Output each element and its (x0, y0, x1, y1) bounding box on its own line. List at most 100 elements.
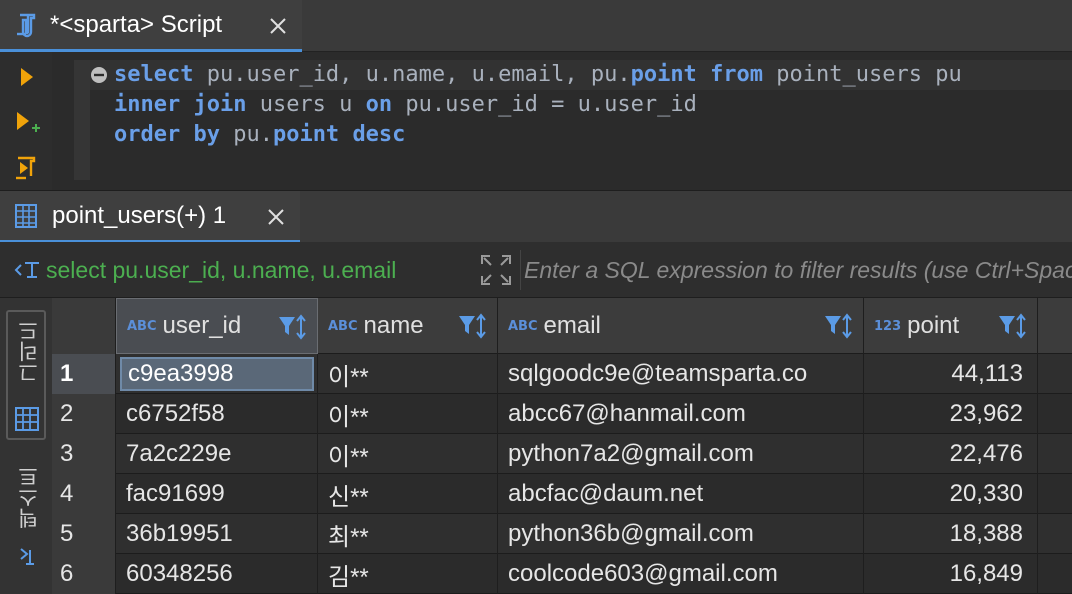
divider (520, 250, 521, 290)
empty-cell (1038, 514, 1072, 554)
sql-keyword: inner join (114, 92, 247, 117)
table-row[interactable]: 2 c6752f58 이** abcc67@hanmail.com 23,962 (52, 394, 1072, 434)
cell-name[interactable]: 김** (318, 554, 498, 594)
cell-point[interactable]: 18,388 (864, 514, 1038, 554)
sql-keyword: select (114, 62, 194, 87)
cell-name[interactable]: 신** (318, 474, 498, 514)
execute-script-icon[interactable] (12, 152, 42, 182)
table-row[interactable]: 1 c9ea3998 이** sqlgoodc9e@teamsparta.co 44,1… (52, 354, 1072, 394)
sql-keyword: point (272, 122, 340, 147)
selected-cell[interactable]: c9ea3998 (120, 357, 314, 391)
result-grid[interactable]: ABC user_id ABC name ABC email 123 point… (52, 298, 1072, 594)
sql-identifier (339, 122, 352, 147)
editor-tab-script[interactable]: *<sparta> Script (0, 0, 302, 52)
cell-point[interactable]: 44,113 (864, 354, 1038, 394)
text-view-icon (16, 546, 38, 568)
cell-email[interactable]: sqlgoodc9e@teamsparta.co (498, 354, 864, 394)
cell-user_id[interactable]: 36b19951 (116, 514, 318, 554)
cell-point[interactable]: 16,849 (864, 554, 1038, 594)
column-label: user_id (162, 312, 242, 339)
row-number[interactable]: 3 (52, 434, 116, 474)
table-row[interactable]: 6 60348256 김** coolcode603@gmail.com 16,849 (52, 554, 1072, 594)
row-number[interactable]: 5 (52, 514, 116, 554)
cell-email[interactable]: abcc67@hanmail.com (498, 394, 864, 434)
sql-script-icon (12, 11, 40, 39)
sql-keyword: order by (114, 122, 220, 147)
close-icon[interactable] (264, 12, 292, 40)
table-row[interactable]: 5 36b19951 최** python36b@gmail.com 18,388 (52, 514, 1072, 554)
empty-cell (1038, 474, 1072, 514)
table-grid-icon (14, 406, 40, 432)
cell-point[interactable]: 22,476 (864, 434, 1038, 474)
execute-in-new-tab-icon[interactable] (12, 108, 42, 138)
filter-sort-icon[interactable] (277, 313, 307, 341)
sql-editor[interactable]: select pu.user_id, u.name, u.email, pu.p… (0, 52, 1072, 190)
source-query[interactable]: select pu.user_id, u.name, u.email (10, 250, 470, 290)
filter-sort-icon[interactable] (997, 312, 1027, 340)
row-number[interactable]: 2 (52, 394, 116, 434)
execute-statement-icon[interactable] (12, 62, 42, 92)
expand-icon[interactable] (478, 252, 514, 288)
sql-identifier: pu.user_id = u.user_id (392, 92, 697, 117)
row-number-header[interactable] (52, 298, 116, 354)
empty-cell (1038, 394, 1072, 434)
table-row[interactable]: 4 fac91699 신** abcfac@daum.net 20,330 (52, 474, 1072, 514)
filter-input[interactable]: Enter a SQL expression to filter results… (522, 250, 1072, 290)
cell-email[interactable]: python36b@gmail.com (498, 514, 864, 554)
view-switcher: 그리드 텍스트 (0, 298, 52, 594)
filter-sort-icon[interactable] (823, 312, 853, 340)
string-type-icon: ABC (328, 318, 358, 334)
table-row[interactable]: 3 7a2c229e 이** python7a2@gmail.com 22,476 (52, 434, 1072, 474)
editor-tab-title: *<sparta> Script (50, 10, 223, 38)
cell-name[interactable]: 이** (318, 354, 498, 394)
results-tab[interactable]: point_users(+) 1 (0, 191, 300, 243)
cell-name[interactable]: 최** (318, 514, 498, 554)
results-tab-title: point_users(+) 1 (52, 201, 227, 229)
text-view-label: 텍스트 (17, 466, 41, 529)
sql-identifier: pu.user_id, u.name, u.email, pu. (193, 62, 631, 87)
cell-user_id[interactable]: c9ea3998 (116, 354, 318, 394)
column-label: point (907, 312, 960, 339)
code-line[interactable]: select pu.user_id, u.name, u.email, pu.p… (114, 60, 962, 90)
cell-name[interactable]: 이** (318, 394, 498, 434)
filter-sort-icon[interactable] (457, 312, 487, 340)
sql-keyword: from (710, 62, 764, 87)
cell-user_id[interactable]: 7a2c229e (116, 434, 318, 474)
cell-point[interactable]: 23,962 (864, 394, 1038, 434)
row-number[interactable]: 4 (52, 474, 116, 514)
close-icon[interactable] (262, 203, 290, 231)
cell-email[interactable]: coolcode603@gmail.com (498, 554, 864, 594)
results-tab-bar: point_users(+) 1 (0, 190, 1072, 243)
column-header-email[interactable]: ABC email (498, 298, 864, 354)
fold-column (74, 60, 90, 180)
table-grid-icon (14, 203, 40, 229)
string-type-icon: ABC (127, 318, 157, 334)
column-header-point[interactable]: 123 point (864, 298, 1038, 354)
sql-keyword: point (630, 62, 697, 87)
cell-user_id[interactable]: c6752f58 (116, 394, 318, 434)
source-query-text: select pu.user_id, u.name, u.email (46, 256, 397, 283)
empty-cell (1038, 434, 1072, 474)
empty-header (1038, 298, 1072, 354)
text-view-button[interactable]: 텍스트 (6, 458, 46, 588)
cell-name[interactable]: 이** (318, 434, 498, 474)
row-number[interactable]: 1 (52, 354, 116, 394)
row-number[interactable]: 6 (52, 554, 116, 594)
sql-keyword: desc (352, 122, 406, 147)
cell-point[interactable]: 20,330 (864, 474, 1038, 514)
cell-email[interactable]: python7a2@gmail.com (498, 434, 864, 474)
string-type-icon: ABC (508, 318, 538, 334)
sql-keyword: on (365, 92, 393, 117)
code-line[interactable]: order by pu.point desc (114, 120, 962, 150)
cell-email[interactable]: abcfac@daum.net (498, 474, 864, 514)
column-label: name (363, 312, 424, 339)
code-text[interactable]: select pu.user_id, u.name, u.email, pu.p… (114, 60, 962, 150)
cell-user_id[interactable]: fac91699 (116, 474, 318, 514)
fold-collapse-icon[interactable] (90, 66, 108, 84)
code-line[interactable]: inner join users u on pu.user_id = u.use… (114, 90, 962, 120)
cell-user_id[interactable]: 60348256 (116, 554, 318, 594)
grid-view-button[interactable]: 그리드 (6, 310, 46, 440)
column-header-name[interactable]: ABC name (318, 298, 498, 354)
column-label: email (543, 312, 601, 339)
column-header-user_id[interactable]: ABC user_id (116, 298, 318, 354)
